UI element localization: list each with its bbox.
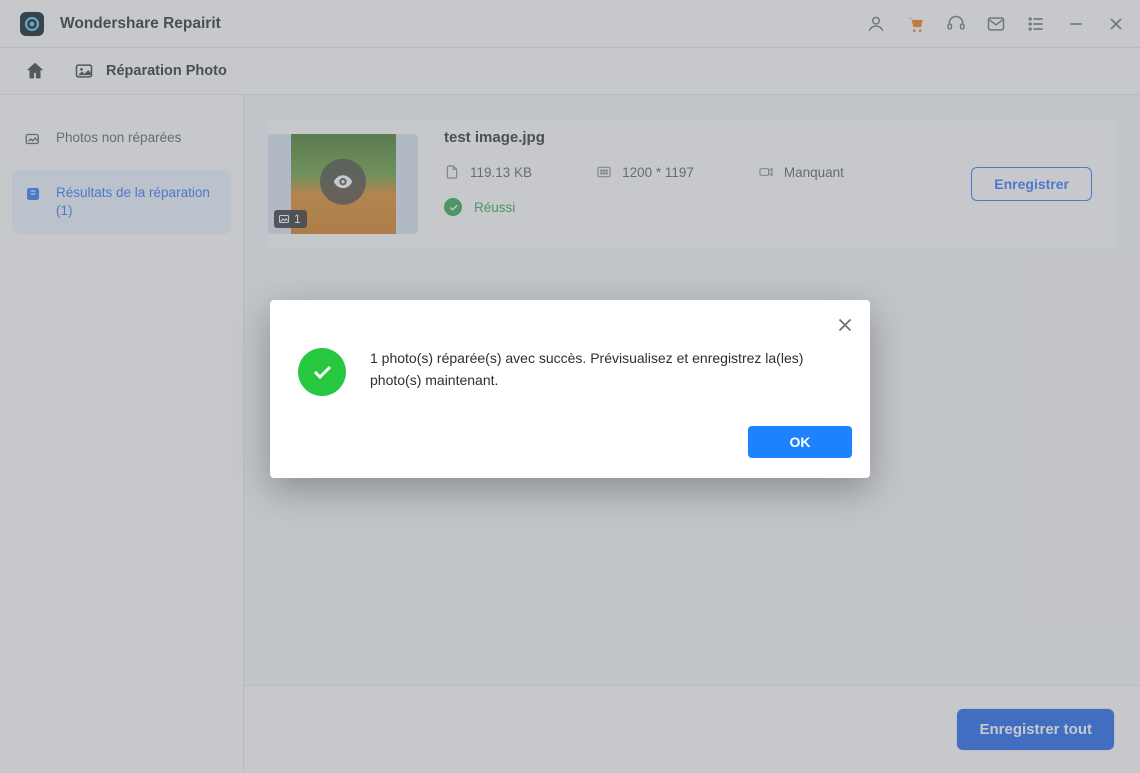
close-icon[interactable] — [834, 314, 856, 336]
modal-overlay: 1 photo(s) réparée(s) avec succès. Prévi… — [0, 0, 1140, 773]
ok-button[interactable]: OK — [748, 426, 852, 458]
modal-message: 1 photo(s) réparée(s) avec succès. Prévi… — [370, 348, 852, 391]
success-check-icon — [298, 348, 346, 396]
success-modal: 1 photo(s) réparée(s) avec succès. Prévi… — [270, 300, 870, 478]
